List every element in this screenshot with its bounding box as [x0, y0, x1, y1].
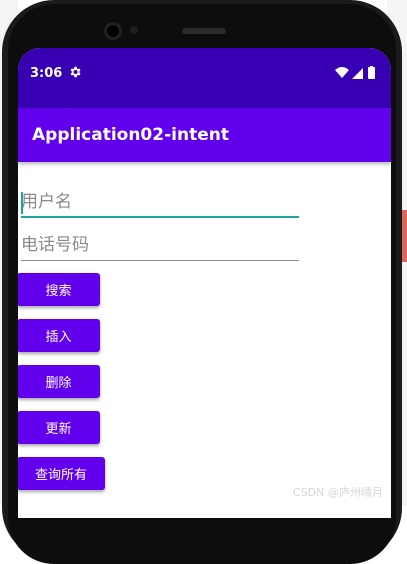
- delete-button[interactable]: 删除: [18, 365, 100, 398]
- username-underline: [21, 216, 299, 218]
- sensor-icon: [130, 26, 138, 34]
- update-button[interactable]: 更新: [18, 411, 100, 444]
- phone-frame: 3:06 Application02-intent 搜索 插入 删除: [2, 0, 402, 564]
- text-cursor: [21, 192, 23, 214]
- query-all-button[interactable]: 查询所有: [18, 457, 105, 490]
- cellular-signal-icon: [352, 68, 363, 79]
- settings-gear-icon: [70, 66, 81, 78]
- front-camera-icon: [104, 22, 122, 40]
- wifi-icon: [335, 67, 349, 78]
- watermark: CSDN @庐州晴月: [293, 486, 383, 499]
- battery-icon: [368, 67, 375, 79]
- search-button[interactable]: 搜索: [18, 273, 100, 306]
- phone-input[interactable]: [21, 231, 299, 259]
- earpiece-speaker: [182, 28, 226, 34]
- status-bar: 3:06: [18, 48, 391, 108]
- insert-button[interactable]: 插入: [18, 319, 100, 352]
- phone-field[interactable]: [21, 231, 299, 261]
- phone-underline: [21, 260, 299, 261]
- device-screen: 3:06 Application02-intent 搜索 插入 删除: [18, 48, 391, 518]
- app-toolbar: Application02-intent: [18, 108, 391, 162]
- username-field[interactable]: [21, 188, 299, 218]
- username-input[interactable]: [21, 188, 299, 216]
- app-title: Application02-intent: [32, 125, 229, 145]
- status-time: 3:06: [30, 66, 63, 81]
- signal-battery-icons: [335, 66, 375, 79]
